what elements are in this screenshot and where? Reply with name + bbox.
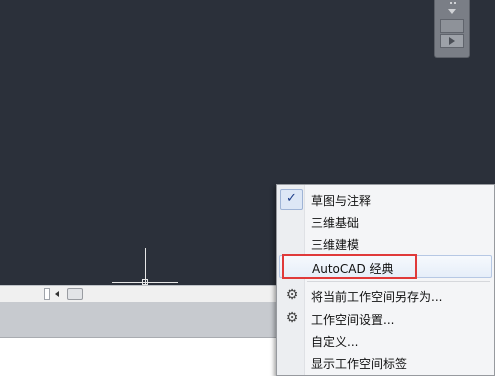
menu-item-label: 工作空间设置... — [311, 313, 395, 327]
menu-item-3d-modeling[interactable]: 三维建模 — [279, 232, 492, 255]
menu-item-label: 三维建模 — [311, 238, 360, 252]
menu-item-workspace-settings[interactable]: ⚙ 工作空间设置... — [279, 307, 492, 330]
status-area — [0, 338, 280, 376]
menu-item-label: 显示工作空间标签 — [311, 357, 408, 371]
scrollbar-thumb[interactable] — [67, 288, 83, 300]
menu-item-label: 将当前工作空间另存为... — [311, 290, 443, 304]
checkmark-icon: ✓ — [286, 191, 297, 206]
workspace-context-menu: ✓ 草图与注释 三维基础 三维建模 AutoCAD 经典 ⚙ 将当前工作空间另存… — [276, 184, 495, 376]
play-icon — [449, 37, 455, 45]
navigation-bar[interactable] — [434, 0, 470, 58]
annotation-highlight-box — [282, 254, 417, 279]
nav-showmotion-button[interactable] — [440, 34, 464, 48]
menu-item-label: 草图与注释 — [311, 194, 372, 208]
menu-item-customize[interactable]: 自定义... — [279, 329, 492, 352]
scroll-left-arrow-icon[interactable] — [55, 291, 59, 297]
command-line-area — [0, 302, 280, 338]
menu-item-save-workspace-as[interactable]: ⚙ 将当前工作空间另存为... — [279, 284, 492, 307]
chevron-down-icon[interactable] — [448, 9, 456, 14]
scrollbar-grip[interactable] — [44, 288, 50, 300]
gear-icon: ⚙ — [285, 310, 299, 326]
menu-item-show-workspace-label[interactable]: 显示工作空间标签 — [279, 351, 492, 374]
menu-item-label: 三维基础 — [311, 216, 360, 230]
menu-separator — [307, 281, 490, 282]
horizontal-scrollbar[interactable] — [0, 285, 290, 302]
grip-icon — [450, 2, 456, 6]
checkmark-box: ✓ — [280, 189, 303, 210]
gear-save-icon: ⚙ — [285, 287, 299, 303]
menu-item-drafting-annotation[interactable]: ✓ 草图与注释 — [279, 188, 492, 211]
menu-item-3d-basics[interactable]: 三维基础 — [279, 210, 492, 233]
nav-wheel-button[interactable] — [440, 19, 464, 33]
menu-item-label: 自定义... — [311, 335, 359, 349]
